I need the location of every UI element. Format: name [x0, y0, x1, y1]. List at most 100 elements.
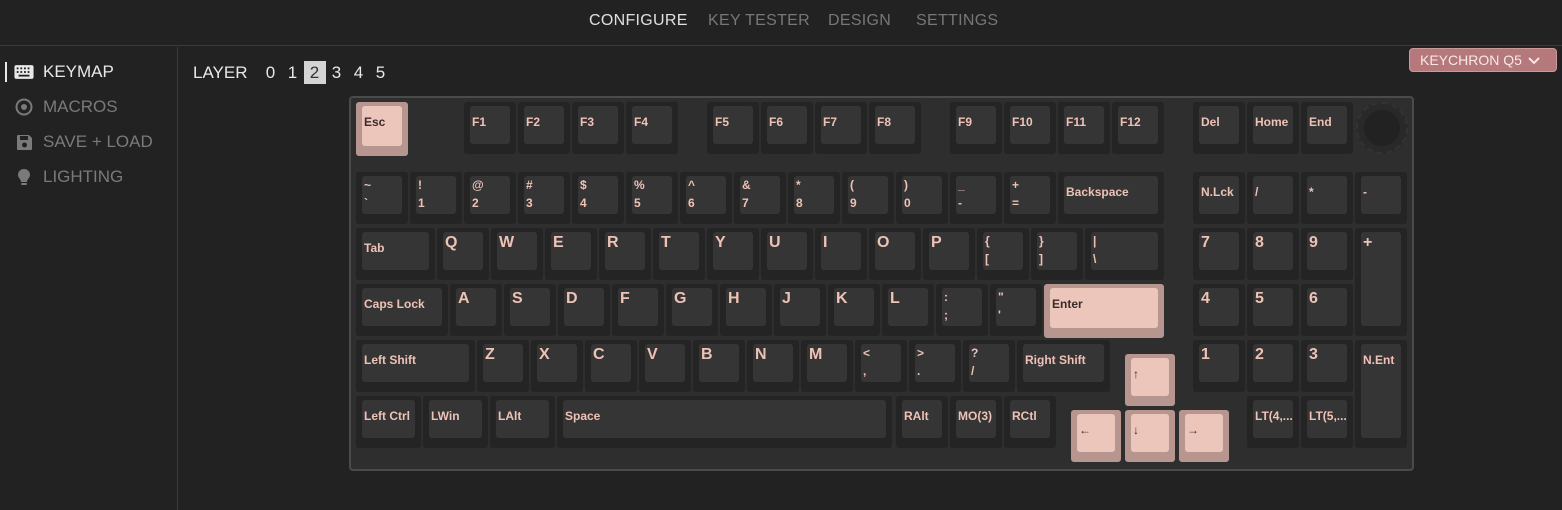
key-l[interactable]: L [882, 284, 934, 336]
key-p[interactable]: P [923, 228, 975, 280]
key-n5[interactable]: % 5 [626, 172, 678, 224]
key-v[interactable]: V [639, 340, 691, 392]
key-space[interactable]: Space [557, 396, 892, 448]
key-kpslash[interactable]: / [1247, 172, 1299, 224]
key-f7[interactable]: F7 [815, 102, 867, 154]
key-q[interactable]: Q [437, 228, 489, 280]
key-equal[interactable]: + = [1004, 172, 1056, 224]
key-n3[interactable]: #3 [518, 172, 570, 224]
key-z[interactable]: Z [477, 340, 529, 392]
tab-settings[interactable]: SETTINGS [916, 12, 998, 30]
key-f8[interactable]: F8 [869, 102, 921, 154]
key-f10[interactable]: F10 [1004, 102, 1056, 154]
key-n6[interactable]: ^ 6 [680, 172, 732, 224]
key-lt4[interactable]: LT(4,... [1247, 396, 1299, 448]
key-caps[interactable]: Caps Lock [356, 284, 448, 336]
key-kp9[interactable]: 9 [1301, 228, 1353, 280]
sidebar-item-save-load[interactable]: SAVE + LOAD [14, 127, 153, 157]
key-enter[interactable]: Enter [1044, 284, 1164, 338]
key-lbracket[interactable]: {[ [977, 228, 1029, 280]
key-h[interactable]: H [720, 284, 772, 336]
key-i[interactable]: I [815, 228, 867, 280]
tab-design[interactable]: DESIGN [828, 12, 891, 30]
key-o[interactable]: O [869, 228, 921, 280]
key-a[interactable]: A [450, 284, 502, 336]
key-comma[interactable]: <, [855, 340, 907, 392]
key-kpplus[interactable]: + [1355, 228, 1407, 336]
key-period[interactable]: >. [909, 340, 961, 392]
key-lt5[interactable]: LT(5,... [1301, 396, 1353, 448]
key-kp4[interactable]: 4 [1193, 284, 1245, 336]
key-end[interactable]: End [1301, 102, 1353, 154]
key-n0[interactable]: ) 0 [896, 172, 948, 224]
key-grave[interactable]: ~ ` [356, 172, 408, 224]
key-e[interactable]: E [545, 228, 597, 280]
key-f5[interactable]: F5 [707, 102, 759, 154]
key-f4[interactable]: F4 [626, 102, 678, 154]
key-g[interactable]: G [666, 284, 718, 336]
key-semicolon[interactable]: :; [936, 284, 988, 336]
key-f1[interactable]: F1 [464, 102, 516, 154]
key-kp6[interactable]: 6 [1301, 284, 1353, 336]
key-kp2[interactable]: 2 [1247, 340, 1299, 392]
key-home[interactable]: Home [1247, 102, 1299, 154]
key-x[interactable]: X [531, 340, 583, 392]
key-j[interactable]: J [774, 284, 826, 336]
key-kp5[interactable]: 5 [1247, 284, 1299, 336]
key-b[interactable]: B [693, 340, 745, 392]
key-esc[interactable]: Esc [356, 102, 408, 156]
key-n2[interactable]: @2 [464, 172, 516, 224]
key-f9[interactable]: F9 [950, 102, 1002, 154]
key-kp1[interactable]: 1 [1193, 340, 1245, 392]
sidebar-item-macros[interactable]: MACROS [14, 92, 118, 122]
key-n7[interactable]: & 7 [734, 172, 786, 224]
key-f[interactable]: F [612, 284, 664, 336]
key-rshift[interactable]: Right Shift [1017, 340, 1110, 392]
key-f11[interactable]: F11 [1058, 102, 1110, 154]
key-backspace[interactable]: Backspace [1058, 172, 1164, 224]
key-down[interactable]: ↓ [1125, 410, 1175, 462]
key-n8[interactable]: * 8 [788, 172, 840, 224]
key-kpstar[interactable]: * [1301, 172, 1353, 224]
key-del[interactable]: Del [1193, 102, 1245, 154]
key-w[interactable]: W [491, 228, 543, 280]
layer-option-0[interactable]: 0 [260, 61, 282, 84]
keyboard-select[interactable]: KEYCHRON Q5 [1409, 48, 1557, 72]
key-kp3[interactable]: 3 [1301, 340, 1353, 392]
key-kpminus[interactable]: - [1355, 172, 1407, 224]
key-nlck[interactable]: N.Lck [1193, 172, 1245, 224]
sidebar-item-lighting[interactable]: LIGHTING [14, 162, 123, 192]
key-f12[interactable]: F12 [1112, 102, 1164, 154]
layer-option-3[interactable]: 3 [326, 61, 348, 84]
key-k[interactable]: K [828, 284, 880, 336]
key-n4[interactable]: $4 [572, 172, 624, 224]
layer-option-1[interactable]: 1 [282, 61, 304, 84]
key-lshift[interactable]: Left Shift [356, 340, 475, 392]
key-lalt[interactable]: LAlt [490, 396, 555, 448]
rotary-knob[interactable] [1356, 102, 1408, 154]
key-c[interactable]: C [585, 340, 637, 392]
layer-option-4[interactable]: 4 [348, 61, 370, 84]
sidebar-item-keymap[interactable]: KEYMAP [14, 57, 114, 87]
key-d[interactable]: D [558, 284, 610, 336]
key-s[interactable]: S [504, 284, 556, 336]
key-left[interactable]: ← [1071, 410, 1121, 462]
key-u[interactable]: U [761, 228, 813, 280]
key-kp7[interactable]: 7 [1193, 228, 1245, 280]
key-lwin[interactable]: LWin [423, 396, 488, 448]
key-backslash[interactable]: | \ [1085, 228, 1164, 280]
key-minus[interactable]: _ - [950, 172, 1002, 224]
key-mo3[interactable]: MO(3) [950, 396, 1002, 448]
key-r[interactable]: R [599, 228, 651, 280]
key-rctl[interactable]: RCtl [1004, 396, 1056, 448]
key-n1[interactable]: ! 1 [410, 172, 462, 224]
key-t[interactable]: T [653, 228, 705, 280]
key-kp8[interactable]: 8 [1247, 228, 1299, 280]
tab-configure[interactable]: CONFIGURE [589, 12, 688, 30]
key-rbracket[interactable]: }] [1031, 228, 1083, 280]
key-n[interactable]: N [747, 340, 799, 392]
key-n9[interactable]: (9 [842, 172, 894, 224]
key-f3[interactable]: F3 [572, 102, 624, 154]
layer-option-2[interactable]: 2 [303, 61, 326, 84]
key-f6[interactable]: F6 [761, 102, 813, 154]
